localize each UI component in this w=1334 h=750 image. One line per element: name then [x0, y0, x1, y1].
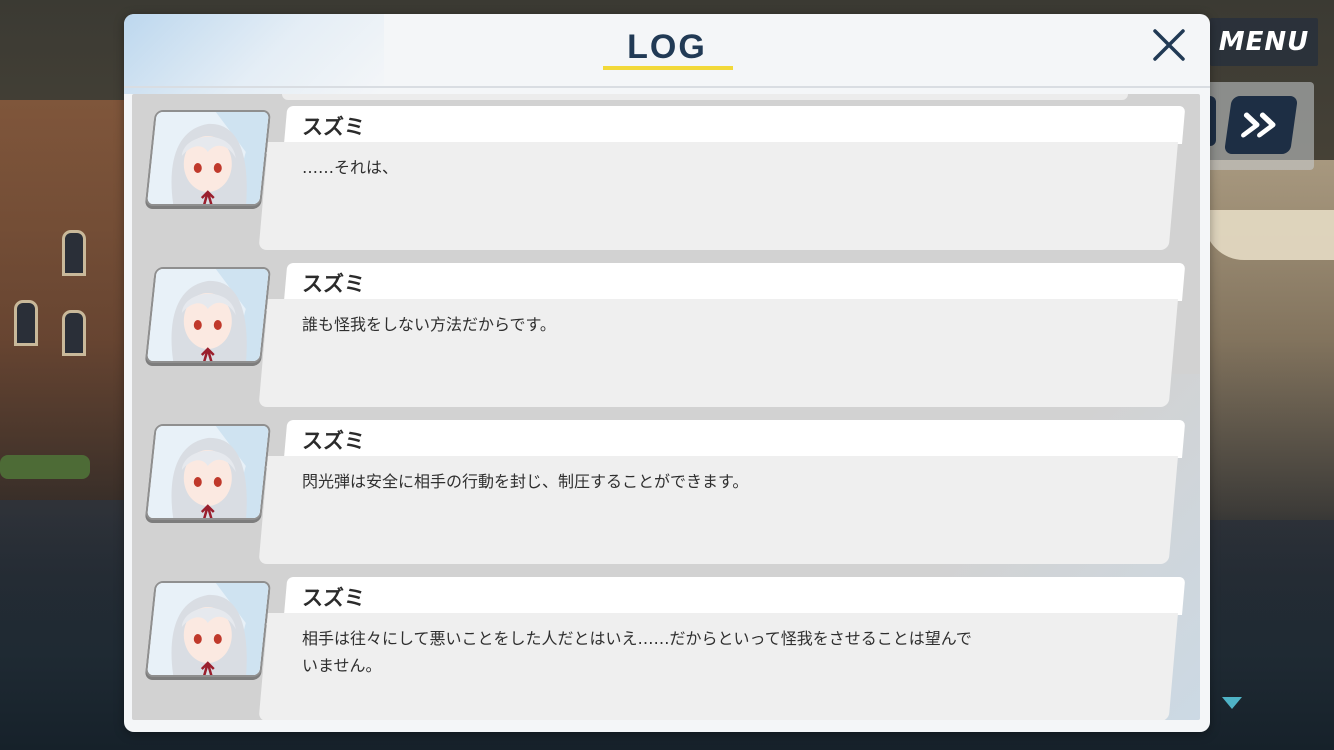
log-list[interactable]: スズミ ……それは、 スズミ 誰も怪我をしない方法だからです。 スズミ 閃光弾は… [132, 94, 1200, 720]
message-text: 誰も怪我をしない方法だからです。 [302, 315, 556, 334]
background-window [62, 230, 86, 276]
speaker-name: スズミ [302, 429, 365, 453]
speaker-name: スズミ [302, 272, 365, 296]
skip-forward-icon [1241, 112, 1276, 138]
title-underline [603, 66, 733, 70]
log-entry[interactable]: スズミ 相手は往々にして悪いことをした人だとはいえ……だからといって怪我をさせる… [132, 573, 1200, 720]
speaker-name: スズミ [302, 115, 365, 139]
speaker-name: スズミ [302, 586, 365, 610]
message-text: 閃光弾は安全に相手の行動を封じ、制圧することができます。 [302, 472, 749, 491]
background-window [14, 300, 38, 346]
background-awning [1204, 210, 1334, 260]
log-entry[interactable]: スズミ 誰も怪我をしない方法だからです。 [132, 259, 1200, 409]
previous-entry-edge [282, 94, 1128, 100]
avatar [144, 110, 272, 206]
chevron-down-icon[interactable] [1222, 697, 1242, 709]
avatar [144, 267, 272, 363]
speaker-name-bar [284, 106, 1186, 144]
speaker-name-bar [284, 263, 1186, 301]
log-dialog: LOG スズミ ……それは、 スズミ 誰も怪我をしない方法だからです。 スズミ … [124, 14, 1210, 732]
skip-button[interactable] [1223, 96, 1299, 154]
close-icon [1153, 29, 1185, 61]
log-header: LOG [124, 14, 1210, 86]
speaker-name-bar [284, 577, 1186, 615]
background-hedge [0, 455, 90, 479]
close-button[interactable] [1146, 22, 1192, 68]
log-entry[interactable]: スズミ 閃光弾は安全に相手の行動を封じ、制圧することができます。 [132, 416, 1200, 566]
avatar [144, 581, 272, 677]
log-entry[interactable]: スズミ ……それは、 [132, 102, 1200, 252]
avatar [144, 424, 272, 520]
page-title: LOG [627, 28, 707, 66]
message-text: ……それは、 [302, 158, 399, 177]
menu-button[interactable]: MENU [1210, 18, 1318, 66]
background-window [62, 310, 86, 356]
header-divider [124, 86, 1210, 88]
message-text: 相手は往々にして悪いことをした人だとはいえ……だからといって怪我をさせることは望… [302, 629, 972, 675]
speaker-name-bar [284, 420, 1186, 458]
